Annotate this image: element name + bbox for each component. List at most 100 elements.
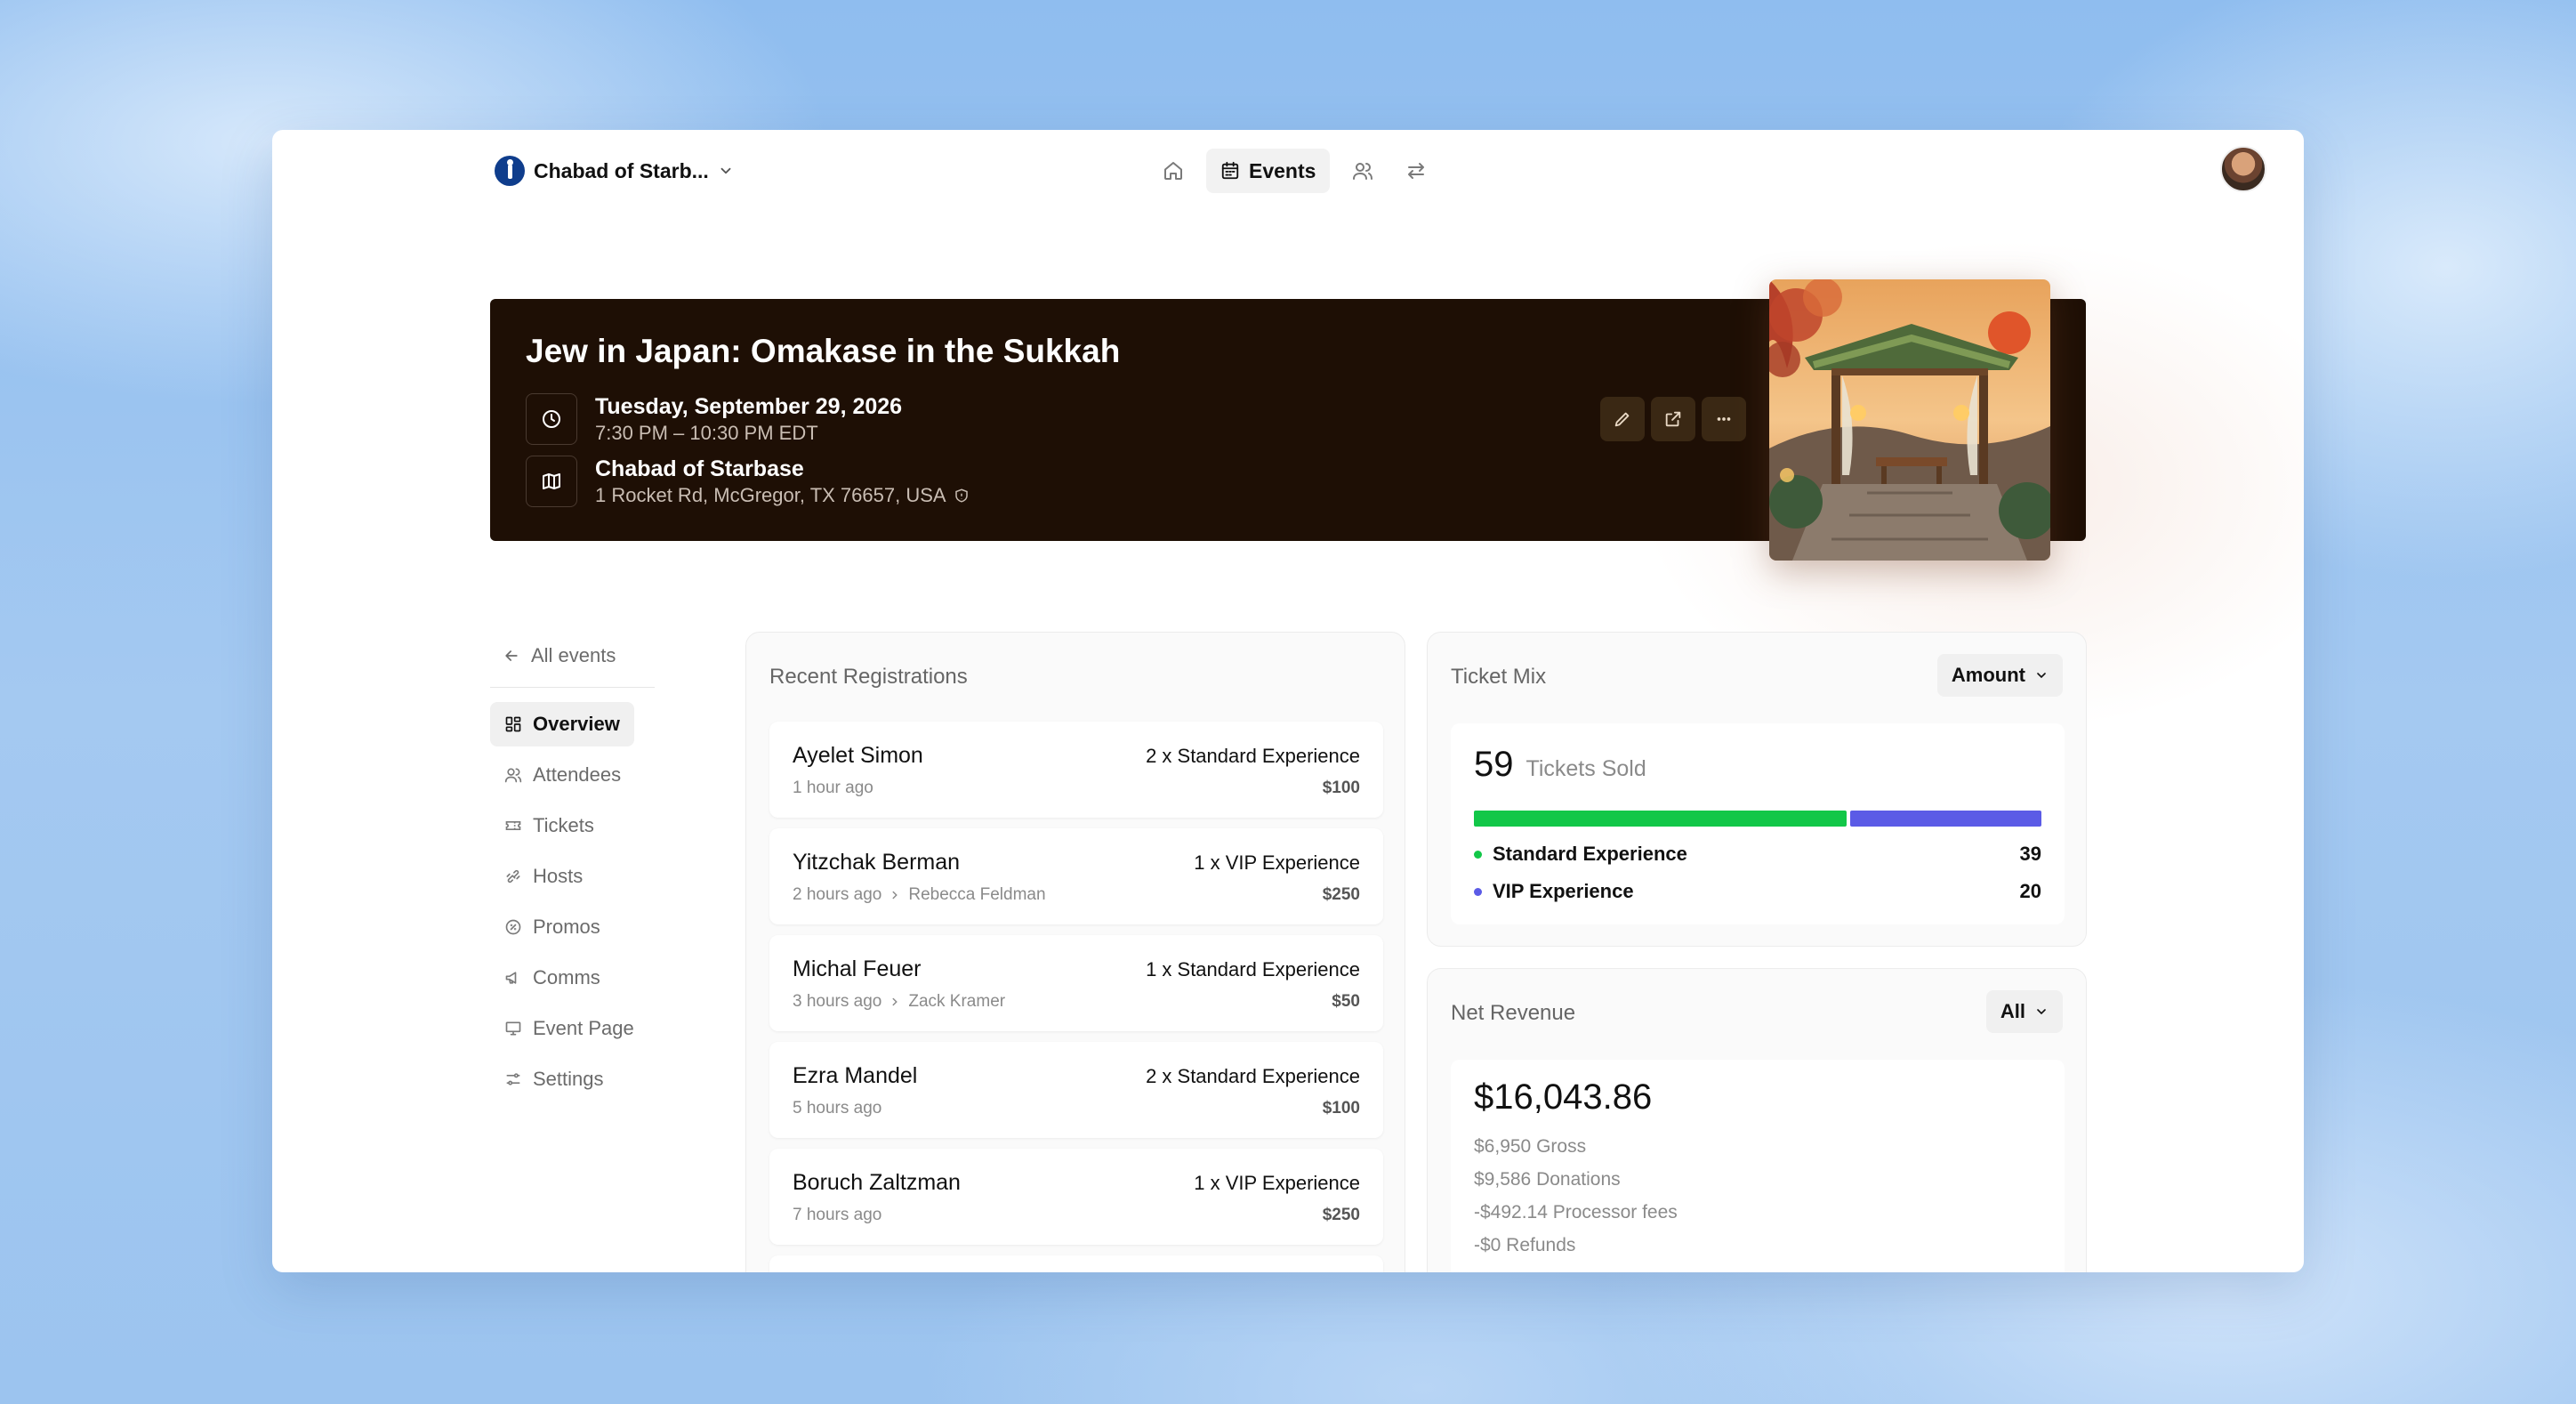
registration-ticket: 2 x Standard Experience — [1146, 745, 1360, 767]
event-venue: Chabad of Starbase — [595, 456, 804, 481]
registration-meta: 7 hours ago — [793, 1206, 881, 1225]
event-address: 1 Rocket Rd, McGregor, TX 76657, USA — [595, 483, 946, 506]
registrant-name: Ayelet Simon — [793, 743, 923, 768]
chevron-right-icon — [889, 996, 901, 1008]
legend-value: 39 — [2019, 843, 2041, 865]
net-revenue-card: Net Revenue All $16,043.86 $6,950 Gross … — [1427, 968, 2087, 1272]
more-options-button[interactable] — [1702, 397, 1746, 441]
chevron-down-icon — [2034, 1005, 2049, 1019]
revenue-processor-fees: -$492.14 Processor fees — [1474, 1202, 1678, 1222]
registration-amount: $250 — [1322, 1206, 1360, 1224]
all-events-label: All events — [531, 644, 616, 666]
ticket-mix-summary: 59 Tickets Sold Standard Experience 39 V… — [1451, 723, 2065, 924]
monitor-icon — [504, 1020, 522, 1037]
registration-time: 7 hours ago — [793, 1206, 882, 1224]
registration-ticket: 1 x Standard Experience — [1146, 958, 1360, 980]
chevron-right-icon — [889, 889, 901, 901]
app-window: Chabad of Starb... Events Jew in Japan: … — [272, 130, 2304, 1272]
badge-percent-icon — [504, 918, 522, 936]
event-time: 7:30 PM – 10:30 PM EDT — [595, 421, 818, 444]
registrant-name: Yitzchak Berman — [793, 850, 961, 875]
registration-amount: $250 — [1322, 885, 1360, 904]
registration-ticket: 2 x Standard Experience — [1146, 1065, 1360, 1087]
users-icon — [504, 766, 522, 784]
map-icon — [526, 456, 577, 507]
registration-time: 1 hour ago — [793, 779, 873, 797]
edit-button[interactable] — [1600, 397, 1645, 441]
registration-referrer: Zack Kramer — [908, 992, 1006, 1011]
sidebar-item-label: Settings — [533, 1068, 604, 1090]
event-date-row: Tuesday, September 29, 2026 7:30 PM – 10… — [526, 393, 902, 445]
pencil-icon — [1613, 409, 1632, 429]
legend-dot — [1474, 887, 1482, 896]
list-item[interactable]: Michal Feuer 3 hours ago Zack Kramer 1 x… — [769, 935, 1383, 1031]
external-link-icon — [1663, 409, 1683, 429]
sidebar-item-label: Hosts — [533, 865, 584, 887]
sidebar-item-settings[interactable]: Settings — [490, 1057, 618, 1101]
list-item[interactable]: Ezra Mandel 5 hours ago 2 x Standard Exp… — [769, 1042, 1383, 1138]
arrow-left-icon — [503, 647, 520, 665]
main-nav: Events — [1153, 148, 1437, 194]
sidebar-item-label: Comms — [533, 966, 600, 988]
event-title: Jew in Japan: Omakase in the Sukkah — [526, 333, 1121, 369]
ticket-mix-dropdown[interactable]: Amount — [1936, 654, 2063, 697]
legend-label: VIP Experience — [1493, 880, 1634, 902]
registration-meta: 2 hours ago Rebecca Feldman — [793, 885, 1046, 905]
tickets-sold-label: Tickets Sold — [1525, 756, 1646, 781]
people-icon[interactable] — [1342, 150, 1383, 191]
open-external-button[interactable] — [1651, 397, 1695, 441]
list-item[interactable]: Yitzchak Berman 2 hours ago Rebecca Feld… — [769, 828, 1383, 924]
registration-amount: $50 — [1332, 992, 1360, 1011]
sidebar-item-label: Event Page — [533, 1017, 634, 1039]
sidebar-item-comms[interactable]: Comms — [490, 956, 615, 1000]
registrant-name: Boruch Zaltzman — [793, 1170, 961, 1195]
list-item[interactable]: Boruch Zaltzman 7 hours ago 1 x VIP Expe… — [769, 1149, 1383, 1245]
ticket-icon — [504, 817, 522, 835]
legend-standard: Standard Experience 39 — [1474, 843, 2041, 866]
nav-events-label: Events — [1249, 158, 1316, 182]
event-cover-image[interactable] — [1769, 279, 2050, 561]
legend-value: 20 — [2019, 880, 2041, 902]
sidebar-item-promos[interactable]: Promos — [490, 905, 615, 949]
transfer-icon[interactable] — [1396, 150, 1437, 191]
sidebar-item-label: Promos — [533, 916, 600, 938]
revenue-gross: $6,950 Gross — [1474, 1136, 1587, 1157]
sidebar-item-label: Overview — [533, 713, 620, 735]
registration-ticket: 1 x VIP Experience — [1194, 1172, 1360, 1194]
sidebar-item-hosts[interactable]: Hosts — [490, 854, 597, 899]
org-switcher[interactable]: Chabad of Starb... — [495, 153, 734, 189]
registrations-title: Recent Registrations — [769, 665, 968, 689]
registration-amount: $100 — [1322, 1099, 1360, 1118]
revenue-refunds: -$0 Refunds — [1474, 1235, 1576, 1255]
event-date: Tuesday, September 29, 2026 — [595, 393, 903, 419]
sidebar-item-tickets[interactable]: Tickets — [490, 803, 608, 848]
event-sidebar: All events Overview Attendees Tickets Ho… — [490, 635, 655, 1108]
net-revenue-dropdown-label: All — [2000, 1000, 2025, 1022]
sidebar-item-attendees[interactable]: Attendees — [490, 753, 635, 797]
list-item[interactable] — [769, 1255, 1383, 1272]
legend-label: Standard Experience — [1493, 843, 1687, 865]
ticket-mix-bar-vip — [1850, 811, 2041, 827]
sidebar-item-event-page[interactable]: Event Page — [490, 1006, 648, 1051]
registration-meta: 3 hours ago Zack Kramer — [793, 992, 1005, 1012]
sidebar-item-overview[interactable]: Overview — [490, 702, 634, 746]
all-events-link[interactable]: All events — [490, 635, 655, 676]
ticket-mix-bar-standard — [1474, 811, 1847, 827]
user-avatar[interactable] — [2220, 146, 2266, 192]
clock-icon — [526, 393, 577, 445]
ticket-mix-card: Ticket Mix Amount 59 Tickets Sold Standa… — [1427, 632, 2087, 947]
registration-referrer: Rebecca Feldman — [908, 885, 1046, 904]
org-logo — [495, 156, 525, 186]
org-name: Chabad of Starb... — [534, 158, 709, 182]
ticket-mix-title: Ticket Mix — [1451, 665, 1547, 689]
home-icon[interactable] — [1153, 150, 1194, 191]
net-revenue-total: $16,043.86 — [1474, 1077, 1653, 1117]
megaphone-icon — [504, 969, 522, 987]
net-revenue-dropdown[interactable]: All — [1985, 990, 2063, 1033]
shield-icon[interactable] — [954, 488, 970, 504]
calendar-icon — [1220, 161, 1240, 181]
registration-meta: 1 hour ago — [793, 779, 873, 798]
ticket-mix-dropdown-label: Amount — [1951, 664, 2025, 686]
nav-events-tab[interactable]: Events — [1206, 149, 1331, 193]
list-item[interactable]: Ayelet Simon 1 hour ago 2 x Standard Exp… — [769, 722, 1383, 818]
